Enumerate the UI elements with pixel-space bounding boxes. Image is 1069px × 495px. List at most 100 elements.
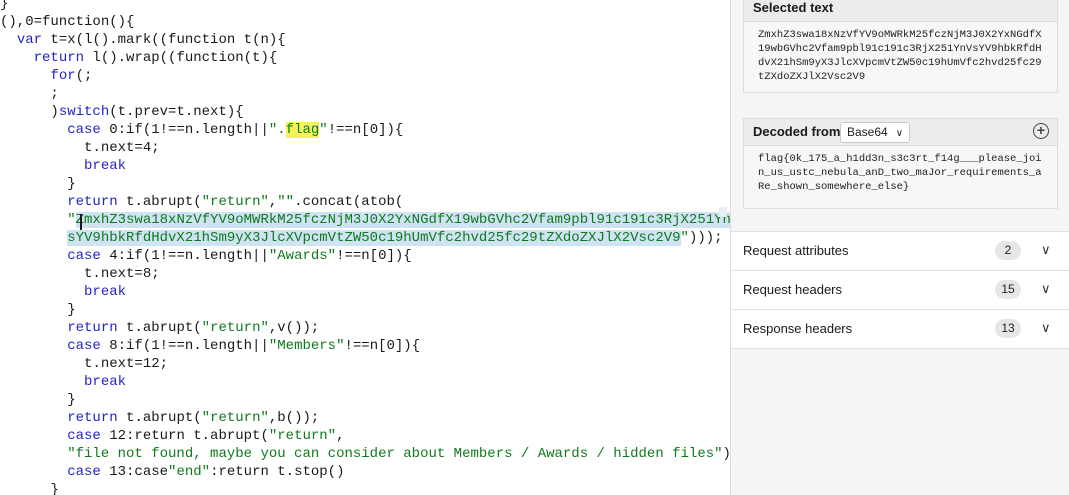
code-line[interactable]: }	[0, 0, 8, 13]
code-token: :return t.stop()	[210, 464, 345, 480]
code-token: !==n[0]){	[344, 338, 421, 354]
code-line[interactable]: "file not found, maybe you can consider …	[0, 445, 730, 463]
code-line[interactable]: break	[0, 283, 126, 301]
code-token: "Awards"	[268, 248, 337, 264]
code-token: ""	[277, 194, 295, 210]
code-line[interactable]: return t.abrupt("return",v());	[0, 319, 319, 337]
chevron-down-icon[interactable]: ∨	[1041, 320, 1051, 336]
decoded-value[interactable]: flag{0k_175_a_h1dd3n_s3c3rt_f14g___pleas…	[744, 146, 1057, 208]
decoded-card: Decoded from: Base64 ∨ + flag{0k_175_a_h1…	[743, 118, 1058, 209]
code-token: (t.prev=t.next){	[109, 104, 244, 120]
code-token: 12:return t.abrupt(	[100, 428, 269, 444]
code-token: case	[67, 248, 101, 264]
code-line[interactable]: case 8:if(1!==n.length||"Members"!==n[0]…	[0, 337, 420, 355]
section-label: Request headers	[743, 282, 843, 297]
code-token: "Members"	[268, 338, 345, 354]
code-editor[interactable]: } (),0=function(){ var t=x(l().mark((func…	[0, 0, 730, 495]
code-token: t.next=8;	[0, 266, 160, 282]
code-token: case	[67, 464, 101, 480]
code-token: }	[0, 392, 76, 408]
code-token: 4:if(1!==n.length||	[100, 248, 269, 264]
code-token: "end"	[168, 464, 211, 480]
code-token: var	[16, 32, 43, 48]
decoded-header: Decoded from: Base64 ∨ +	[744, 119, 1057, 146]
code-token: "return"	[201, 410, 269, 426]
encoding-select[interactable]: Base64 ∨	[840, 122, 911, 143]
code-token: return	[33, 50, 85, 66]
code-line[interactable]: for(;	[0, 67, 92, 85]
chevron-down-icon: ∨	[895, 128, 904, 139]
selected-text-card: Selected text ZmxhZ3swa18xNzVfYV9oMWRkM2…	[743, 0, 1058, 93]
code-line[interactable]: "ZmxhZ3swa18xNzVfYV9oMWRkM25fczNjM3J0X2Y…	[0, 211, 730, 229]
code-line[interactable]: break	[0, 373, 126, 391]
code-token: t=x(l().mark((function t(n){	[42, 32, 286, 48]
code-line[interactable]: return t.abrupt("return",b());	[0, 409, 319, 427]
code-line[interactable]: t.next=8;	[0, 265, 160, 283]
code-token: ,v());	[268, 320, 320, 336]
code-line[interactable]: case 12:return t.abrupt("return",	[0, 427, 344, 445]
code-line[interactable]: var t=x(l().mark((function t(n){	[0, 31, 286, 49]
code-token: switch	[58, 104, 110, 120]
section-request-attributes[interactable]: Request attributes 2 ∨	[731, 231, 1069, 270]
code-line[interactable]: t.next=12;	[0, 355, 168, 373]
code-line[interactable]: }	[0, 391, 76, 409]
code-line[interactable]: (),0=function(){	[0, 13, 134, 31]
count-badge: 13	[995, 319, 1021, 338]
code-line[interactable]: }	[0, 175, 75, 193]
chevron-down-icon[interactable]: ∨	[1041, 281, 1051, 297]
chevron-down-icon[interactable]: ∨	[1041, 242, 1051, 258]
code-token: )));	[688, 230, 723, 246]
code-token: "	[680, 230, 689, 246]
scroll-marker[interactable]	[719, 207, 727, 217]
code-line[interactable]: ;	[0, 85, 59, 103]
code-token: ".	[268, 122, 286, 138]
code-token: case	[67, 338, 101, 354]
code-token: ;	[0, 86, 59, 102]
code-token: t.abrupt(	[117, 194, 202, 210]
code-token: l().wrap((function(t){	[84, 50, 278, 66]
code-token: }	[0, 482, 59, 495]
code-token: t.next=4;	[0, 140, 160, 156]
code-line[interactable]: return t.abrupt("return","".concat(atob(	[0, 193, 403, 211]
code-token: (;	[75, 68, 93, 84]
code-line[interactable]: }	[0, 481, 59, 495]
code-line[interactable]: break	[0, 157, 126, 175]
code-line[interactable]: )switch(t.prev=t.next){	[0, 103, 244, 121]
code-token: return	[67, 320, 118, 336]
code-token: 8:if(1!==n.length||	[100, 338, 269, 354]
count-badge: 15	[995, 280, 1021, 299]
section-request-headers[interactable]: Request headers 15 ∨	[731, 270, 1069, 309]
code-token: t.next=12;	[0, 356, 169, 372]
code-token: }	[0, 0, 9, 12]
code-token: "	[319, 122, 328, 138]
selected-text-value[interactable]: ZmxhZ3swa18xNzVfYV9oMWRkM25fczNjM3J0X2Yx…	[744, 22, 1057, 92]
code-token: sYV9hbkRfdHdvX21hSm9yX3JlcXVpcmVtZW50c19…	[67, 230, 681, 246]
code-token: return	[67, 194, 118, 210]
code-line[interactable]: return l().wrap((function(t){	[0, 49, 278, 67]
code-line[interactable]: case 13:case"end":return t.stop()	[0, 463, 344, 481]
code-token: break	[84, 284, 127, 300]
section-label: Request attributes	[743, 243, 849, 258]
section-response-headers[interactable]: Response headers 13 ∨	[731, 309, 1069, 349]
add-icon[interactable]: +	[1033, 123, 1049, 139]
code-token: ZmxhZ3swa18xNzVfYV9oMWRkM25fczNjM3J0X2Yx…	[75, 212, 730, 228]
code-line[interactable]: case 0:if(1!==n.length||".flag"!==n[0]){	[0, 121, 403, 139]
code-line[interactable]: }	[0, 301, 75, 319]
code-token: 13:case	[100, 464, 169, 480]
text-caret	[80, 214, 82, 230]
code-line[interactable]: sYV9hbkRfdHdvX21hSm9yX3JlcXVpcmVtZW50c19…	[0, 229, 723, 247]
code-line[interactable]: case 4:if(1!==n.length||"Awards"!==n[0])…	[0, 247, 411, 265]
code-line[interactable]: t.next=4;	[0, 139, 160, 157]
